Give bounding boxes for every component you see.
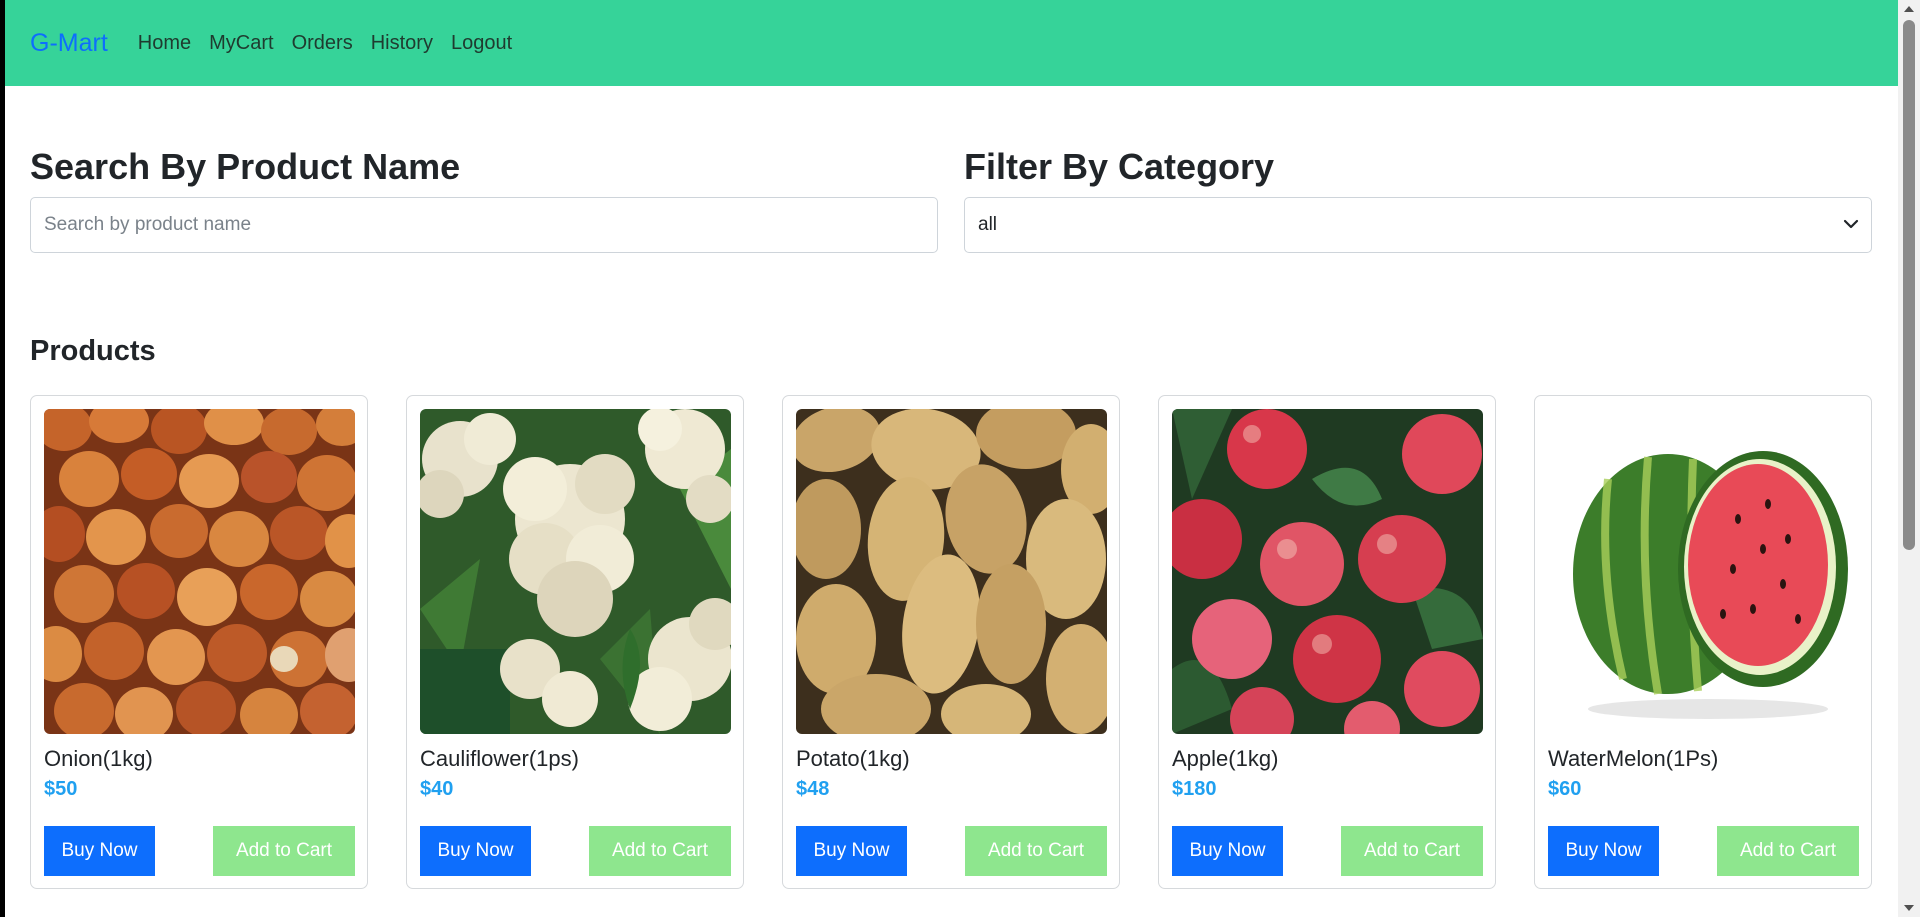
onions-photo <box>44 409 355 734</box>
product-card: Apple(1kg) $180 Buy Now Add to Cart <box>1158 395 1496 889</box>
cauliflower-photo <box>420 409 731 734</box>
add-to-cart-button[interactable]: Add to Cart <box>589 826 731 876</box>
apples-photo <box>1172 409 1483 734</box>
product-card: Onion(1kg) $50 Buy Now Add to Cart <box>30 395 368 889</box>
products-title: Products <box>30 335 156 367</box>
scroll-down-arrow-icon[interactable] <box>1904 905 1914 911</box>
search-section: Search By Product Name <box>30 148 938 253</box>
brand-link[interactable]: G-Mart <box>30 29 108 58</box>
scroll-up-arrow-icon[interactable] <box>1904 6 1914 12</box>
search-title: Search By Product Name <box>30 146 461 187</box>
filter-title: Filter By Category <box>964 146 1275 187</box>
product-name: Cauliflower(1ps) <box>420 746 579 771</box>
add-to-cart-button[interactable]: Add to Cart <box>1717 826 1859 876</box>
navbar: G-Mart Home MyCart Orders History Logout <box>5 0 1898 86</box>
potatoes-photo <box>796 409 1107 734</box>
product-card: Cauliflower(1ps) $40 Buy Now Add to Cart <box>406 395 744 889</box>
add-to-cart-button[interactable]: Add to Cart <box>1341 826 1483 876</box>
chevron-down-icon <box>1843 219 1859 228</box>
add-to-cart-button[interactable]: Add to Cart <box>965 826 1107 876</box>
category-select-value: all <box>978 213 998 235</box>
product-name: WaterMelon(1Ps) <box>1548 746 1719 771</box>
add-to-cart-button[interactable]: Add to Cart <box>213 826 355 876</box>
buy-now-button[interactable]: Buy Now <box>44 826 155 876</box>
vertical-scrollbar[interactable] <box>1898 0 1920 917</box>
category-select[interactable]: all <box>964 196 1872 253</box>
buy-now-button[interactable]: Buy Now <box>796 826 907 876</box>
buy-now-button[interactable]: Buy Now <box>1172 826 1283 876</box>
product-price: $50 <box>44 778 78 800</box>
filter-section: Filter By Category all <box>964 148 1872 253</box>
nav-mycart[interactable]: MyCart <box>209 32 273 55</box>
watermelon-photo <box>1548 409 1859 734</box>
product-card: Potato(1kg) $48 Buy Now Add to Cart <box>782 395 1120 889</box>
nav-orders[interactable]: Orders <box>292 32 353 55</box>
product-card: WaterMelon(1Ps) $60 Buy Now Add to Cart <box>1534 395 1872 889</box>
search-input[interactable] <box>30 196 938 253</box>
nav-history[interactable]: History <box>371 32 433 55</box>
product-name: Apple(1kg) <box>1172 746 1279 771</box>
product-price: $40 <box>420 778 454 800</box>
scrollbar-thumb[interactable] <box>1903 20 1915 550</box>
page: G-Mart Home MyCart Orders History Logout… <box>5 0 1898 917</box>
product-name: Onion(1kg) <box>44 746 153 771</box>
buy-now-button[interactable]: Buy Now <box>1548 826 1659 876</box>
product-name: Potato(1kg) <box>796 746 910 771</box>
product-price: $180 <box>1172 778 1217 800</box>
product-price: $48 <box>796 778 830 800</box>
nav-logout[interactable]: Logout <box>451 32 512 55</box>
buy-now-button[interactable]: Buy Now <box>420 826 531 876</box>
nav-home[interactable]: Home <box>138 32 191 55</box>
product-price: $60 <box>1548 778 1582 800</box>
